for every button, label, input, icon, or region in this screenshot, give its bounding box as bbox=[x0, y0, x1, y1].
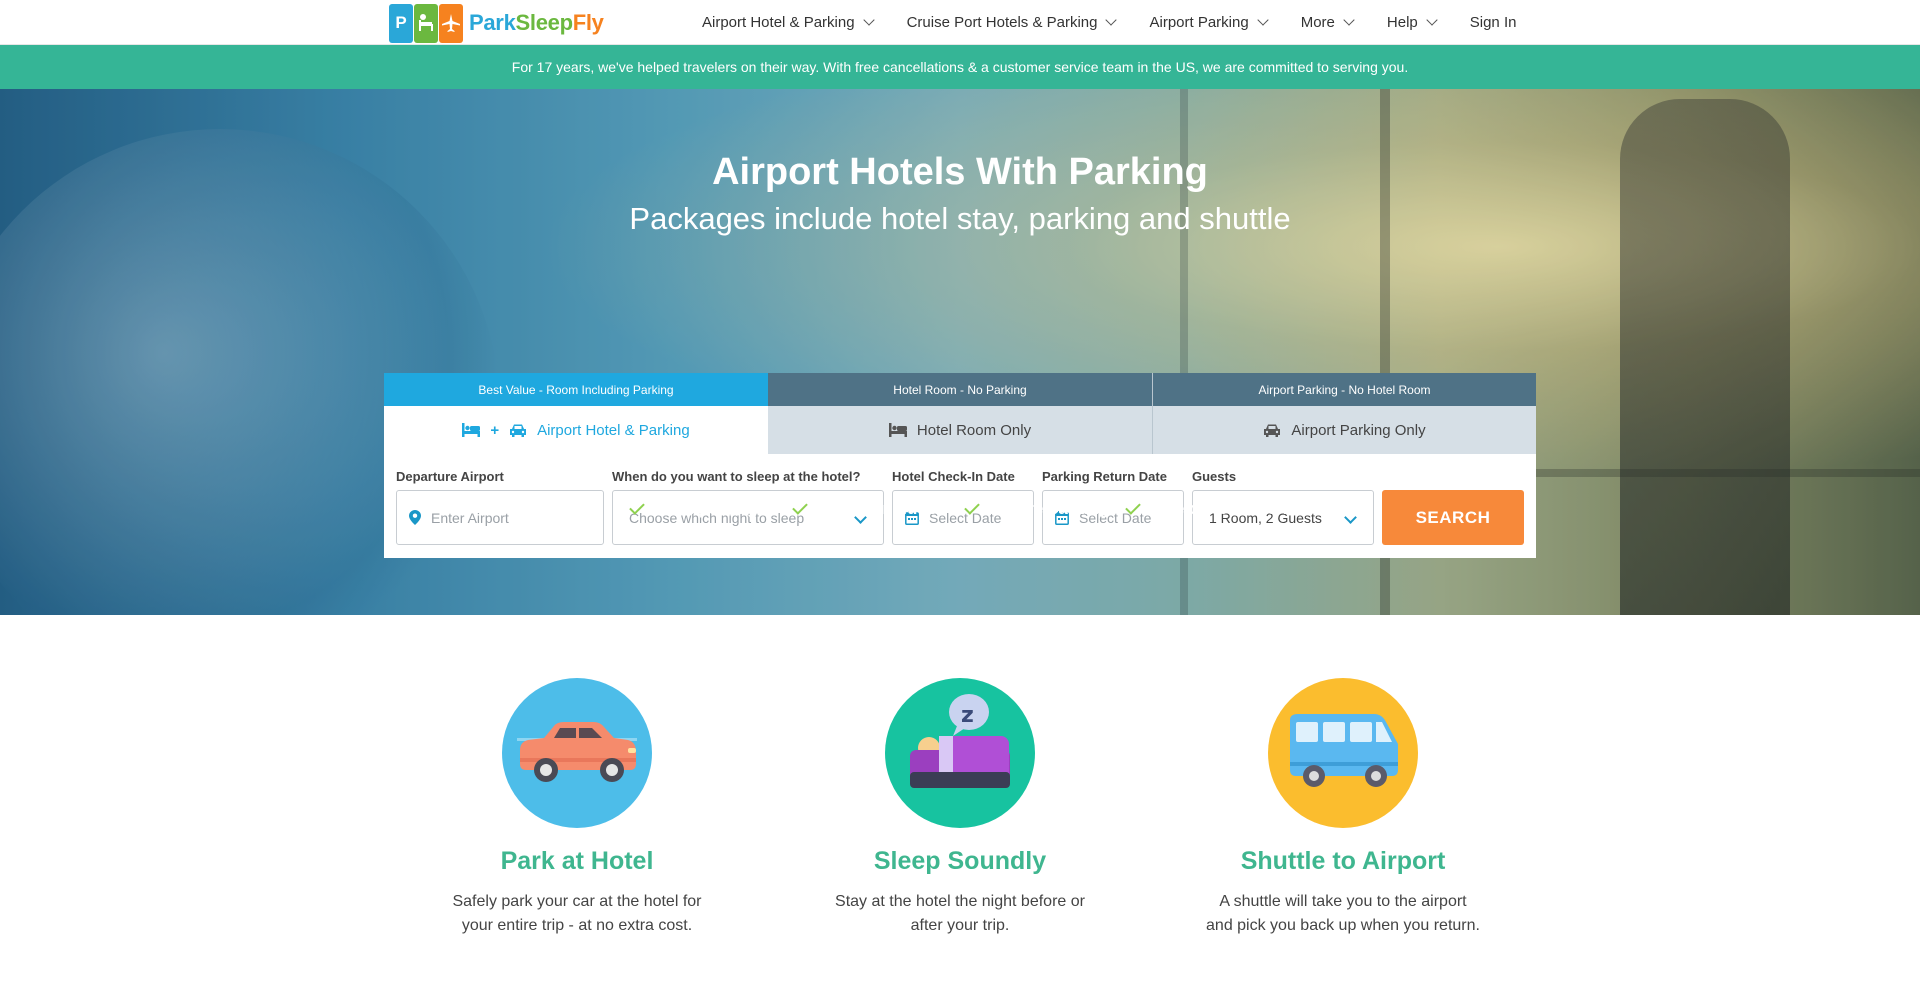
bed-icon bbox=[462, 423, 481, 437]
main-nav: Airport Hotel & Parking Cruise Port Hote… bbox=[702, 0, 1516, 45]
nav-cruise-port-hotels[interactable]: Cruise Port Hotels & Parking bbox=[906, 14, 1118, 31]
tab-badge: Hotel Room - No Parking bbox=[768, 373, 1152, 406]
nav-more[interactable]: More bbox=[1300, 14, 1355, 31]
chevron-down-icon bbox=[1426, 14, 1438, 26]
feature-label: Hotel packages bbox=[651, 499, 777, 518]
feature-label: Secure parking bbox=[986, 499, 1110, 518]
chevron-down-icon bbox=[1257, 14, 1269, 26]
tab-label-row: Hotel Room Only bbox=[768, 406, 1152, 454]
nav-label: Help bbox=[1386, 14, 1418, 31]
logo-p-letter: P bbox=[395, 13, 407, 32]
sleep-night-label: When do you want to sleep at the hotel? bbox=[612, 469, 861, 484]
logo-text-fly: Fly bbox=[572, 10, 604, 35]
nav-label: Airport Hotel & Parking bbox=[702, 14, 855, 31]
plus-icon: + bbox=[490, 421, 500, 439]
tab-badge: Best Value - Room Including Parking bbox=[384, 373, 768, 406]
card-text-line: A shuttle will take you to the airport bbox=[1219, 893, 1467, 910]
feature-item: Shuttle included bbox=[792, 499, 948, 519]
card-text: A shuttle will take you to the airport a… bbox=[1163, 890, 1523, 938]
logo[interactable]: P ParkSleepFly bbox=[389, 3, 604, 43]
tab-airport-hotel-parking[interactable]: Best Value - Room Including Parking + Ai… bbox=[384, 373, 768, 454]
check-icon bbox=[792, 499, 809, 515]
hero-section: Airport Hotels With Parking Packages inc… bbox=[0, 89, 1920, 615]
tab-hotel-room-only[interactable]: Hotel Room - No Parking Hotel Room Only bbox=[768, 373, 1152, 454]
chevron-down-icon bbox=[862, 14, 875, 26]
plane-logo-tile bbox=[439, 3, 463, 43]
site-header: P ParkSleepFly Airport Hotel & Parking C… bbox=[0, 0, 1920, 45]
card-text-line: your entire trip - at no extra cost. bbox=[461, 917, 693, 934]
feature-item: Secure parking bbox=[963, 499, 1110, 519]
check-icon bbox=[1125, 499, 1142, 515]
feature-item: Free cancellation bbox=[1125, 499, 1288, 519]
plane-icon bbox=[442, 14, 460, 32]
card-text: Safely park your car at the hotel for yo… bbox=[397, 890, 757, 938]
bed-icon bbox=[419, 14, 433, 31]
hero-subtitle: Packages include hotel stay, parking and… bbox=[629, 201, 1291, 236]
card-text: Stay at the hotel the night before or af… bbox=[780, 890, 1140, 938]
check-icon bbox=[628, 499, 645, 515]
card-title: Shuttle to Airport bbox=[1240, 847, 1446, 875]
logo-text-park: Park bbox=[469, 10, 516, 35]
checkin-date-label: Hotel Check-In Date bbox=[892, 469, 1015, 484]
trust-banner: For 17 years, we've helped travelers on … bbox=[0, 45, 1920, 89]
bed-logo-tile bbox=[414, 3, 438, 43]
car-icon bbox=[510, 424, 527, 437]
shuttle-icon bbox=[1268, 678, 1418, 828]
card-title: Park at Hotel bbox=[500, 847, 654, 875]
card-text-line: after your trip. bbox=[910, 917, 1010, 934]
nav-label: More bbox=[1300, 14, 1335, 31]
tab-badge: Airport Parking - No Hotel Room bbox=[1153, 373, 1536, 406]
svg-text:z: z bbox=[961, 703, 974, 728]
logo-text: ParkSleepFly bbox=[469, 10, 604, 36]
nav-airport-parking[interactable]: Airport Parking bbox=[1149, 14, 1269, 31]
card-text-line: Safely park your car at the hotel for bbox=[452, 893, 702, 910]
card-park-at-hotel: Park at Hotel Safely park your car at th… bbox=[397, 678, 757, 938]
tab-label-row: + Airport Hotel & Parking bbox=[384, 406, 768, 454]
nav-help[interactable]: Help bbox=[1386, 14, 1438, 31]
sign-in-label: Sign In bbox=[1469, 14, 1517, 31]
guests-label: Guests bbox=[1192, 469, 1237, 484]
features-row: Hotel packages Shuttle included Secure p… bbox=[0, 499, 1920, 519]
hero-title: Airport Hotels With Parking bbox=[712, 151, 1208, 193]
chevron-down-icon bbox=[1105, 14, 1118, 26]
bed-icon bbox=[888, 423, 907, 437]
parking-logo-tile: P bbox=[389, 3, 413, 43]
sleep-icon: z bbox=[885, 678, 1035, 828]
tab-label: Hotel Room Only bbox=[916, 421, 1032, 439]
tab-airport-parking-only[interactable]: Airport Parking - No Hotel Room Airport … bbox=[1153, 373, 1536, 454]
logo-text-sleep: Sleep bbox=[515, 10, 574, 35]
tab-label: Airport Hotel & Parking bbox=[537, 421, 690, 439]
nav-label: Cruise Port Hotels & Parking bbox=[906, 14, 1098, 31]
return-date-label: Parking Return Date bbox=[1042, 469, 1167, 484]
check-icon bbox=[963, 499, 980, 515]
sign-in-link[interactable]: Sign In bbox=[1470, 14, 1517, 31]
feature-item: Hotel packages bbox=[628, 499, 777, 519]
chevron-down-icon bbox=[1343, 14, 1355, 26]
card-text-line: and pick you back up when you return. bbox=[1206, 917, 1480, 934]
card-title: Sleep Soundly bbox=[873, 847, 1047, 875]
departure-airport-label: Departure Airport bbox=[396, 469, 504, 484]
feature-label: Shuttle included bbox=[815, 499, 948, 518]
nav-airport-hotel-parking[interactable]: Airport Hotel & Parking bbox=[702, 14, 875, 31]
card-sleep-soundly: z Sleep Soundly Stay at the hotel the ni… bbox=[780, 678, 1140, 938]
card-text-line: Stay at the hotel the night before or bbox=[835, 893, 1085, 910]
tab-label: Airport Parking Only bbox=[1291, 421, 1426, 439]
banner-text: For 17 years, we've helped travelers on … bbox=[511, 59, 1409, 75]
nav-label: Airport Parking bbox=[1149, 14, 1249, 31]
tab-label-row: Airport Parking Only bbox=[1153, 406, 1536, 454]
feature-label: Free cancellation bbox=[1148, 499, 1288, 518]
car-icon bbox=[1264, 424, 1281, 437]
car-icon bbox=[502, 678, 652, 828]
card-shuttle-to-airport: Shuttle to Airport A shuttle will take y… bbox=[1163, 678, 1523, 938]
